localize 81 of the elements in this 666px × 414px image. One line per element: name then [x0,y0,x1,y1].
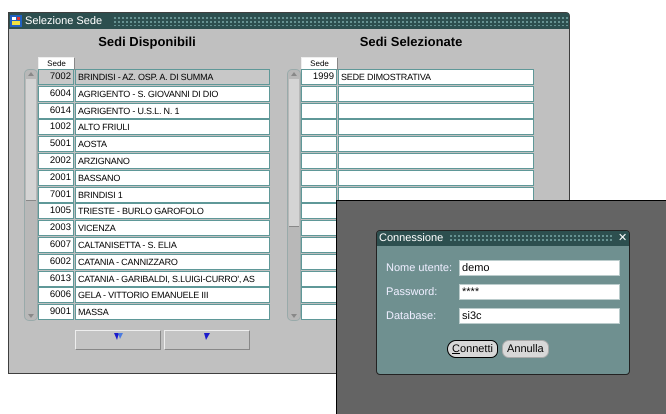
window-title: Selezione Sede [25,16,102,26]
app-icon [10,15,22,27]
table-cell[interactable]: BRINDISI 1 [75,186,270,203]
table-cell[interactable]: BRINDISI - AZ. OSP. A. DI SUMMA [75,69,270,85]
table-cell[interactable] [338,152,534,169]
table-cell[interactable] [338,136,534,152]
table-cell[interactable] [338,119,534,136]
input-field[interactable]: demo [459,260,620,276]
table-cell[interactable]: 1002 [38,119,74,136]
table-cell[interactable]: CATANIA - GARIBALDI, S.LUIGI-CURRO', AS [75,270,270,287]
scroll-down-icon[interactable] [27,313,35,319]
table-cell[interactable] [301,287,337,304]
table-cell[interactable]: 9001 [38,304,74,320]
add-button[interactable] [164,330,250,350]
scroll-down-icon[interactable] [290,313,298,319]
input-field[interactable]: si3c [459,308,620,324]
table-cell[interactable] [301,170,337,186]
scroll-thumb[interactable] [289,79,299,227]
arrow-icon [204,333,210,340]
table-cell[interactable]: 6014 [38,102,74,119]
table-cell[interactable] [301,220,337,236]
table-cell[interactable]: ARZIGNANO [75,152,270,169]
table-cell[interactable] [301,152,337,169]
table-cell[interactable]: 1999 [301,69,337,85]
table-cell[interactable]: 2001 [38,170,74,186]
table-cell[interactable]: SEDE DIMOSTRATIVA [338,69,534,85]
scrollbar[interactable] [287,69,301,321]
table-cell[interactable]: 2003 [38,220,74,236]
table-cell[interactable]: 6013 [38,270,74,287]
table-cell[interactable]: AGRIGENTO - U.S.L. N. 1 [75,102,270,119]
table-cell[interactable] [301,270,337,287]
table-cell[interactable]: CALTANISETTA - S. ELIA [75,236,270,253]
table-cell[interactable]: CATANIA - CANNIZZARO [75,254,270,270]
table-cell[interactable] [338,170,534,186]
table-cell[interactable]: MASSA [75,304,270,320]
column-header[interactable]: Sede [301,57,337,69]
table-cell[interactable]: 1005 [38,203,74,220]
table-cell[interactable] [301,236,337,253]
dialog-title: Connessione [379,233,444,244]
table-cell[interactable] [301,86,337,102]
table-cell[interactable]: 7002 [38,69,74,85]
table-cell[interactable]: 6006 [38,287,74,304]
table-cell[interactable] [338,86,534,102]
table-cell[interactable]: GELA - VITTORIO EMANUELE III [75,287,270,304]
dialog-button[interactable]: Connetti [447,340,498,358]
table-cell[interactable] [301,304,337,320]
table-cell[interactable]: AOSTA [75,136,270,152]
input-field[interactable]: **** [459,284,620,300]
table-cell[interactable]: 6002 [38,254,74,270]
table-cell[interactable]: TRIESTE - BURLO GAROFOLO [75,203,270,220]
section-heading: Sedi Selezionate [360,33,462,52]
table-cell[interactable]: 6004 [38,86,74,102]
double-arrow-icon [114,333,122,340]
table-cell[interactable] [301,203,337,220]
table-cell[interactable]: BASSANO [75,170,270,186]
column-header[interactable]: Sede [38,57,74,69]
table-cell[interactable]: ALTO FRIULI [75,119,270,136]
table-cell[interactable] [301,186,337,203]
field-label: Password: [386,284,438,300]
scroll-up-icon[interactable] [27,71,35,77]
table-cell[interactable] [338,186,534,200]
field-label: Database: [386,308,438,324]
table-cell[interactable]: VICENZA [75,220,270,236]
scroll-up-icon[interactable] [290,71,298,77]
table-cell[interactable]: 2002 [38,152,74,169]
close-button[interactable]: ✕ [618,233,627,244]
table-cell[interactable] [301,102,337,119]
add-all-button[interactable] [75,330,161,350]
section-heading: Sedi Disponibili [98,33,196,52]
dialog-button[interactable]: Annulla [502,340,549,358]
scroll-thumb[interactable] [26,79,36,201]
table-cell[interactable]: 7001 [38,186,74,203]
table-cell[interactable]: 6007 [38,236,74,253]
table-cell[interactable] [338,102,534,119]
table-cell[interactable] [301,254,337,270]
table-cell[interactable] [301,136,337,152]
field-label: Nome utente: [386,260,454,276]
table-cell[interactable] [301,119,337,136]
scrollbar[interactable] [24,69,38,321]
table-cell[interactable]: 5001 [38,136,74,152]
table-cell[interactable]: AGRIGENTO - S. GIOVANNI DI DIO [75,86,270,102]
